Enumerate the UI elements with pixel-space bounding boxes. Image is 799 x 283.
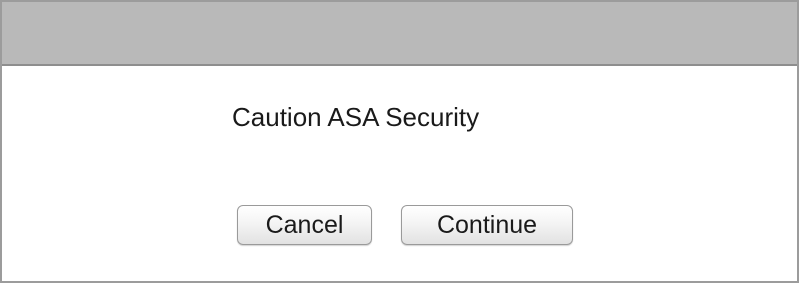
dialog-message: Caution ASA Security [232, 102, 480, 132]
cancel-button[interactable]: Cancel [237, 205, 372, 245]
dialog-title-bar[interactable] [2, 2, 797, 66]
continue-button[interactable]: Continue [401, 205, 573, 245]
security-dialog: Caution ASA Security Cancel Continue [0, 0, 799, 283]
